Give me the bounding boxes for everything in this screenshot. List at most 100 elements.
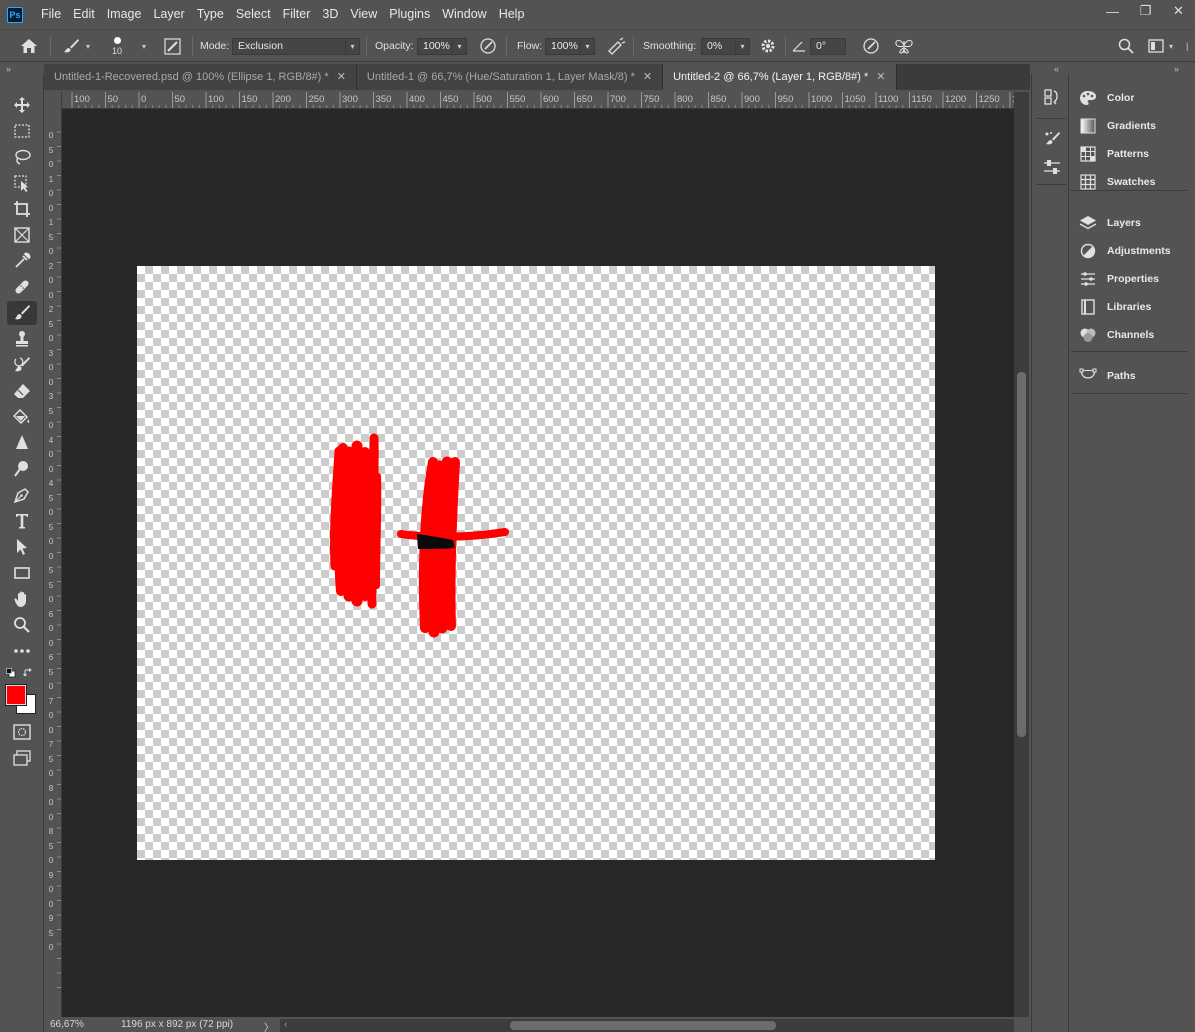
- more-tools-button[interactable]: [7, 639, 37, 663]
- vertical-scroll-thumb[interactable]: [1017, 372, 1026, 737]
- marquee-tool[interactable]: [7, 119, 37, 143]
- panel-libraries[interactable]: Libraries: [1079, 297, 1151, 317]
- document-canvas[interactable]: [137, 266, 935, 860]
- panels-collapse-icon[interactable]: »: [1174, 64, 1179, 74]
- paint-bucket-tool[interactable]: [7, 405, 37, 429]
- mode-select[interactable]: Exclusion ▾: [232, 30, 360, 62]
- airbrush-button[interactable]: [606, 30, 626, 62]
- menu-plugins[interactable]: Plugins: [383, 0, 436, 29]
- brush-tool[interactable]: [7, 301, 37, 325]
- panel-color[interactable]: Color: [1079, 88, 1134, 108]
- close-tab-icon[interactable]: ✕: [643, 71, 652, 83]
- panel-layers[interactable]: Layers: [1079, 213, 1141, 233]
- object-selection-tool[interactable]: [7, 171, 37, 195]
- brush-size-picker[interactable]: 10: [112, 30, 122, 62]
- history-panel-button[interactable]: [1041, 86, 1063, 108]
- horizontal-scrollbar[interactable]: ‹: [280, 1019, 1014, 1032]
- vertical-scrollbar[interactable]: [1014, 92, 1029, 1017]
- menu-layer[interactable]: Layer: [147, 0, 190, 29]
- panel-paths[interactable]: Paths: [1079, 366, 1136, 386]
- search-button[interactable]: [1118, 30, 1134, 62]
- hand-tool[interactable]: [7, 587, 37, 611]
- angle-icon: [792, 41, 805, 52]
- horizontal-scroll-thumb[interactable]: [510, 1021, 776, 1030]
- panel-patterns[interactable]: Patterns: [1079, 144, 1149, 164]
- minimize-button[interactable]: —: [1096, 0, 1129, 22]
- panel-gradients[interactable]: Gradients: [1079, 116, 1156, 136]
- dodge-tool[interactable]: [7, 457, 37, 481]
- angle-field[interactable]: 0°: [810, 30, 846, 62]
- type-tool[interactable]: [7, 509, 37, 533]
- brush-settings-button[interactable]: [164, 30, 181, 62]
- restore-button[interactable]: ❐: [1129, 0, 1162, 22]
- pressure-opacity-button[interactable]: [479, 30, 497, 62]
- scroll-left-arrow-icon[interactable]: ‹: [284, 1019, 287, 1030]
- quick-mask-button[interactable]: [7, 720, 37, 744]
- ruler-tick-label: 400: [409, 94, 425, 105]
- tab-untitled-2[interactable]: Untitled-2 @ 66,7% (Layer 1, RGB/8#) * ✕: [663, 64, 897, 90]
- status-menu-arrow[interactable]: 〉: [264, 1019, 274, 1032]
- home-button[interactable]: [20, 30, 38, 62]
- menu-file[interactable]: File: [35, 0, 67, 29]
- eyedropper-tool[interactable]: [7, 249, 37, 273]
- symmetry-button[interactable]: [894, 30, 914, 62]
- rectangle-tool[interactable]: [7, 561, 37, 585]
- options-overflow-icon[interactable]: |: [1186, 30, 1188, 62]
- vertical-ruler[interactable]: 0 5 0 1 0 0 1 5 0 2 0 0 2 5 0 3 0 0 3 5 0 4 0 0 4 5 0 5 0 0 5 5 0 6 0 0 6 5 0 7…: [44, 92, 62, 1017]
- zoom-tool[interactable]: [7, 613, 37, 637]
- close-tab-icon[interactable]: ✕: [876, 71, 885, 83]
- blur-tool[interactable]: [7, 431, 37, 455]
- ruler-tick-label: 4: [48, 435, 54, 445]
- menu-help[interactable]: Help: [493, 0, 531, 29]
- pressure-size-button[interactable]: [862, 30, 880, 62]
- menu-select[interactable]: Select: [230, 0, 277, 29]
- strip-collapse-icon[interactable]: «: [1054, 64, 1059, 74]
- menu-3d[interactable]: 3D: [316, 0, 344, 29]
- menu-view[interactable]: View: [344, 0, 383, 29]
- healing-brush-tool[interactable]: [7, 275, 37, 299]
- zoom-level[interactable]: 66,67%: [50, 1019, 84, 1030]
- ruler-tick-label: 5: [48, 754, 54, 764]
- workspace-switcher[interactable]: ▾: [1148, 30, 1173, 62]
- menu-type[interactable]: Type: [191, 0, 230, 29]
- adjustments-presets-button[interactable]: [1041, 156, 1063, 178]
- frame-tool[interactable]: [7, 223, 37, 247]
- panel-label: Swatches: [1107, 176, 1156, 188]
- panel-swatches[interactable]: Swatches: [1079, 172, 1155, 192]
- flow-field[interactable]: 100% ▾: [545, 30, 595, 62]
- pen-tool[interactable]: [7, 483, 37, 507]
- tab-untitled-1-recovered[interactable]: Untitled-1-Recovered.psd @ 100% (Ellipse…: [44, 64, 357, 90]
- crop-tool[interactable]: [7, 197, 37, 221]
- menu-window[interactable]: Window: [436, 0, 492, 29]
- menu-filter[interactable]: Filter: [277, 0, 317, 29]
- smoothing-options-button[interactable]: [760, 30, 776, 62]
- close-tab-icon[interactable]: ✕: [337, 71, 346, 83]
- history-brush-tool[interactable]: [7, 353, 37, 377]
- menu-image[interactable]: Image: [101, 0, 148, 29]
- swap-colors-button[interactable]: [23, 668, 34, 679]
- panel-channels[interactable]: Channels: [1079, 325, 1154, 345]
- tools-collapse-icon[interactable]: »: [6, 64, 11, 74]
- opacity-field[interactable]: 100% ▾: [417, 30, 467, 62]
- lasso-tool[interactable]: [7, 145, 37, 169]
- eraser-tool[interactable]: [7, 379, 37, 403]
- ruler-tick-label: 0: [48, 290, 54, 300]
- default-colors-button[interactable]: [6, 668, 16, 678]
- ruler-tick-label: 0: [48, 464, 54, 474]
- move-tool[interactable]: [7, 93, 37, 117]
- tab-untitled-1[interactable]: Untitled-1 @ 66,7% (Hue/Saturation 1, La…: [356, 64, 664, 90]
- screen-mode-button[interactable]: [7, 746, 37, 770]
- horizontal-ruler[interactable]: 100 50 0 50 100 150 200 250 300 350 400 450 500 550 60…: [62, 92, 1014, 109]
- close-button[interactable]: ✕: [1162, 0, 1195, 22]
- path-selection-tool[interactable]: [7, 535, 37, 559]
- tool-preset-picker[interactable]: ▾: [62, 30, 90, 62]
- brush-settings-panel-button[interactable]: [1041, 128, 1063, 150]
- menu-edit[interactable]: Edit: [67, 0, 101, 29]
- clone-stamp-tool[interactable]: [7, 327, 37, 351]
- brush-size-dropdown[interactable]: ▾: [142, 30, 146, 62]
- smoothing-field[interactable]: 0% ▾: [701, 30, 750, 62]
- panel-properties[interactable]: Properties: [1079, 269, 1159, 289]
- canvas-workspace[interactable]: [62, 109, 1014, 1017]
- foreground-color-swatch[interactable]: [5, 684, 27, 706]
- panel-adjustments[interactable]: Adjustments: [1079, 241, 1171, 261]
